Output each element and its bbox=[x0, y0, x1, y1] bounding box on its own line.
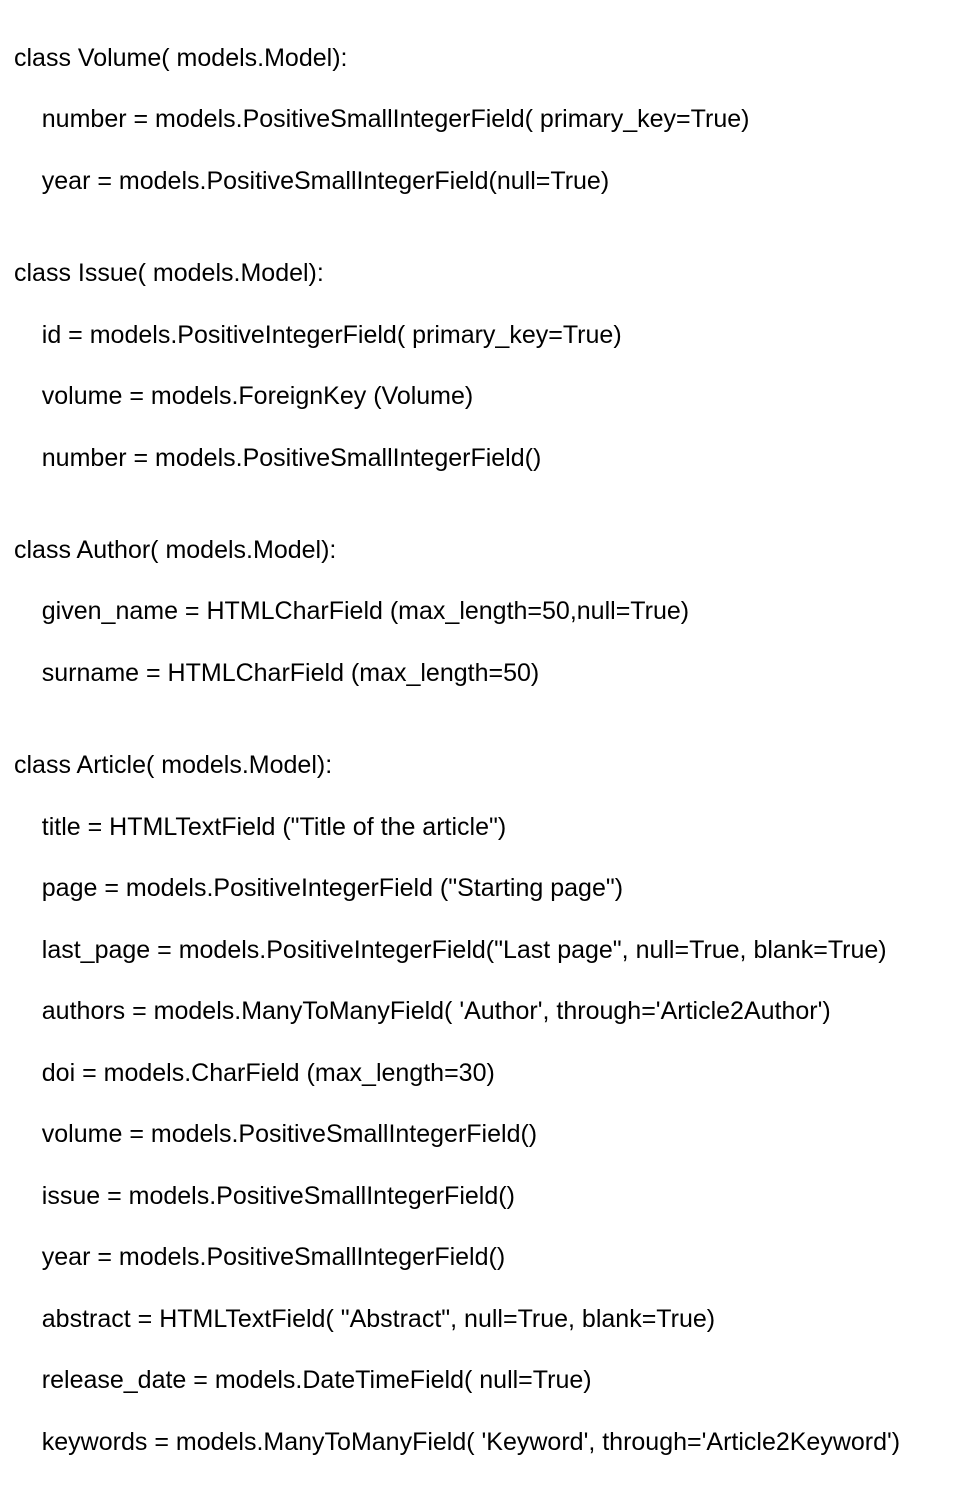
code-line: authors = models.ManyToManyField( 'Autho… bbox=[14, 996, 960, 1027]
code-line: class Author( models.Model): bbox=[14, 535, 960, 566]
code-line: class Issue( models.Model): bbox=[14, 258, 960, 289]
code-line: title = HTMLTextField ("Title of the art… bbox=[14, 812, 960, 843]
code-line: last_page = models.PositiveIntegerField(… bbox=[14, 935, 960, 966]
code-line: id = models.PositiveIntegerField( primar… bbox=[14, 320, 960, 351]
code-line: page = models.PositiveIntegerField ("Sta… bbox=[14, 873, 960, 904]
code-line: class Volume( models.Model): bbox=[14, 43, 960, 74]
code-line: doi = models.CharField (max_length=30) bbox=[14, 1058, 960, 1089]
code-line: volume = models.ForeignKey (Volume) bbox=[14, 381, 960, 412]
code-document: class Volume( models.Model): number = mo… bbox=[0, 0, 960, 1488]
code-line: year = models.PositiveSmallIntegerField(… bbox=[14, 1242, 960, 1273]
code-line: number = models.PositiveSmallIntegerFiel… bbox=[14, 104, 960, 135]
code-line: issue = models.PositiveSmallIntegerField… bbox=[14, 1181, 960, 1212]
code-line: abstract = HTMLTextField( "Abstract", nu… bbox=[14, 1304, 960, 1335]
code-line: volume = models.PositiveSmallIntegerFiel… bbox=[14, 1119, 960, 1150]
code-line: year = models.PositiveSmallIntegerField(… bbox=[14, 166, 960, 197]
code-line: class Article( models.Model): bbox=[14, 750, 960, 781]
code-line: keywords = models.ManyToManyField( 'Keyw… bbox=[14, 1427, 960, 1458]
code-line: given_name = HTMLCharField (max_length=5… bbox=[14, 596, 960, 627]
code-line: surname = HTMLCharField (max_length=50) bbox=[14, 658, 960, 689]
code-line: release_date = models.DateTimeField( nul… bbox=[14, 1365, 960, 1396]
code-line: number = models.PositiveSmallIntegerFiel… bbox=[14, 443, 960, 474]
